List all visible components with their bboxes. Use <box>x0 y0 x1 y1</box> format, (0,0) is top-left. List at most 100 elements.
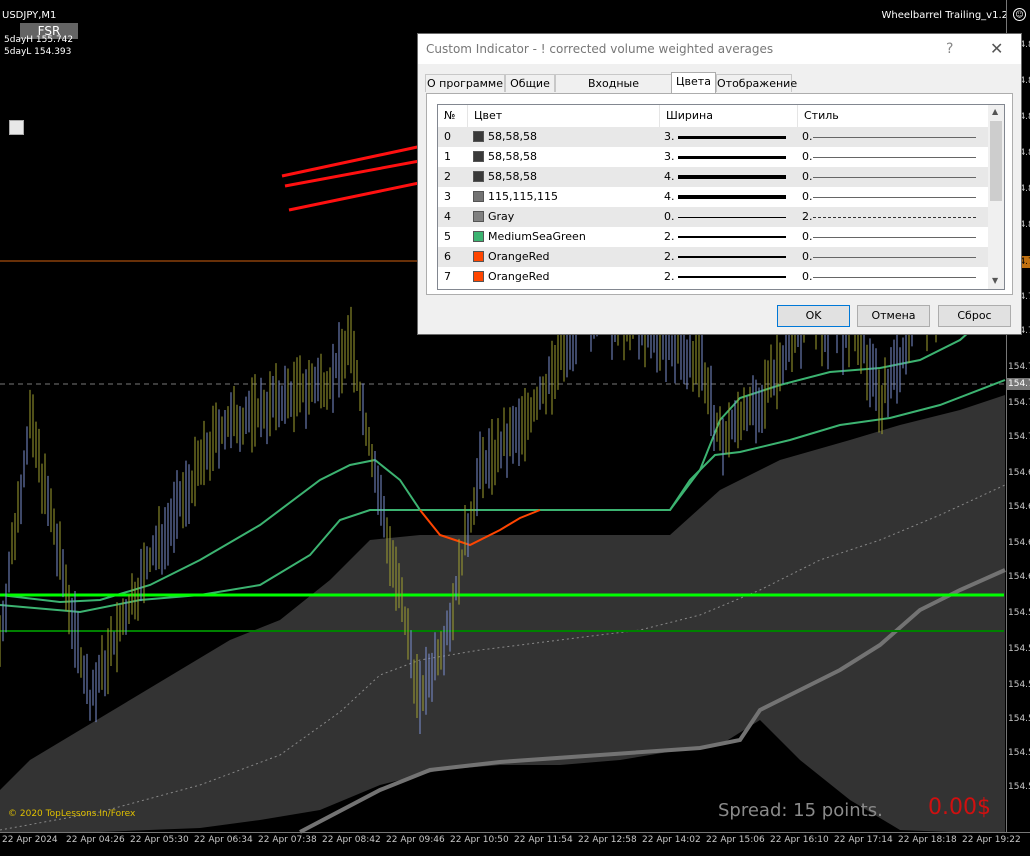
width-preview <box>678 156 786 159</box>
color-name[interactable]: OrangeRed <box>488 267 550 287</box>
width-value[interactable]: 3. <box>664 127 675 147</box>
style-value[interactable]: 0. <box>802 247 813 267</box>
color-row[interactable]: 1 58,58,58 3. 0. <box>438 147 988 167</box>
volume-band-fill <box>0 395 1005 832</box>
style-preview <box>813 197 976 198</box>
grid-scrollbar[interactable]: ▲ ▼ <box>988 105 1004 289</box>
y-axis-label: 154.6 <box>1008 572 1030 582</box>
scroll-thumb[interactable] <box>990 121 1002 201</box>
five-day-low-label: 5dayL 154.393 <box>4 47 72 57</box>
row-number: 2 <box>444 170 451 183</box>
width-value[interactable]: 2. <box>664 267 675 287</box>
tab-visualization[interactable]: Отображение <box>716 74 797 92</box>
x-axis-label: 22 Apr 11:54 <box>514 835 573 845</box>
current-price-tag: 154.7 <box>1007 378 1030 390</box>
style-value[interactable]: 2. <box>802 207 813 227</box>
width-preview <box>678 136 786 139</box>
dialog-title: Custom Indicator - ! corrected volume we… <box>426 42 774 56</box>
style-preview <box>813 237 976 238</box>
col-number[interactable]: № <box>438 105 468 127</box>
y-axis-label: 154.5 <box>1008 608 1030 618</box>
color-swatch[interactable] <box>473 231 484 242</box>
color-name[interactable]: OrangeRed <box>488 247 550 267</box>
x-axis-label: 22 Apr 17:14 <box>834 835 893 845</box>
x-axis-label: 22 Apr 18:18 <box>898 835 957 845</box>
x-axis-label: 22 Apr 09:46 <box>386 835 445 845</box>
style-preview <box>813 177 976 178</box>
width-preview <box>678 175 786 179</box>
color-row[interactable]: 2 58,58,58 4. 0. <box>438 167 988 187</box>
color-swatch[interactable] <box>473 131 484 142</box>
five-day-high-label: 5dayH 155.742 <box>4 35 74 45</box>
y-axis-label: 154.5 <box>1008 680 1030 690</box>
x-axis-label: 22 Apr 12:58 <box>578 835 637 845</box>
color-name[interactable]: Gray <box>488 207 514 227</box>
width-preview <box>678 217 786 218</box>
style-value[interactable]: 0. <box>802 227 813 247</box>
col-style[interactable]: Стиль <box>798 105 988 127</box>
x-axis-label: 22 Apr 07:38 <box>258 835 317 845</box>
tab-colors[interactable]: Цвета <box>671 72 716 93</box>
y-axis-label: 154.7 <box>1008 398 1030 408</box>
help-button[interactable]: ? <box>946 41 953 57</box>
expert-title: Wheelbarrel Trailing_v1.2 <box>881 10 1008 21</box>
style-value[interactable]: 0. <box>802 167 813 187</box>
color-swatch[interactable] <box>473 251 484 262</box>
style-value[interactable]: 0. <box>802 187 813 207</box>
color-swatch[interactable] <box>473 171 484 182</box>
chart-checkbox[interactable] <box>9 120 24 135</box>
color-row[interactable]: 7 OrangeRed 2. 0. <box>438 267 988 287</box>
style-value[interactable]: 0. <box>802 147 813 167</box>
row-number: 4 <box>444 210 451 223</box>
color-row[interactable]: 5 MediumSeaGreen 2. 0. <box>438 227 988 247</box>
width-value[interactable]: 4. <box>664 187 675 207</box>
close-icon[interactable]: ✕ <box>990 39 1003 58</box>
width-value[interactable]: 2. <box>664 247 675 267</box>
row-number: 5 <box>444 230 451 243</box>
tab-inputs[interactable]: Входные параметры <box>555 74 672 107</box>
color-name[interactable]: 58,58,58 <box>488 127 537 147</box>
tab-common[interactable]: Общие <box>505 74 555 92</box>
x-axis-label: 22 Apr 10:50 <box>450 835 509 845</box>
dialog-title-bar[interactable]: Custom Indicator - ! corrected volume we… <box>418 34 1021 64</box>
scroll-down-icon[interactable]: ▼ <box>992 276 998 285</box>
style-preview <box>813 217 976 218</box>
color-name[interactable]: 115,115,115 <box>488 187 558 207</box>
colors-grid: № Цвет Ширина Стиль 0 58,58,58 3. 0. 1 58,58,… <box>437 104 1005 290</box>
width-value[interactable]: 2. <box>664 227 675 247</box>
row-number: 7 <box>444 270 451 283</box>
copyright-text: © 2020 TopLessons.In/Forex <box>8 809 136 819</box>
scroll-up-icon[interactable]: ▲ <box>992 107 998 116</box>
x-axis-label: 22 Apr 15:06 <box>706 835 765 845</box>
x-axis-label: 22 Apr 06:34 <box>194 835 253 845</box>
width-value[interactable]: 3. <box>664 147 675 167</box>
width-value[interactable]: 0. <box>664 207 675 227</box>
color-row[interactable]: 3 115,115,115 4. 0. <box>438 187 988 207</box>
color-name[interactable]: 58,58,58 <box>488 147 537 167</box>
col-color[interactable]: Цвет <box>468 105 660 127</box>
color-swatch[interactable] <box>473 211 484 222</box>
y-axis-label: 154.7 <box>1008 432 1030 442</box>
color-name[interactable]: 58,58,58 <box>488 167 537 187</box>
style-value[interactable]: 0. <box>802 127 813 147</box>
width-preview <box>678 276 786 278</box>
color-swatch[interactable] <box>473 271 484 282</box>
reset-button[interactable]: Сброс <box>938 305 1011 327</box>
custom-indicator-dialog: Custom Indicator - ! corrected volume we… <box>417 33 1022 335</box>
x-axis-label: 22 Apr 19:22 <box>962 835 1021 845</box>
col-width[interactable]: Ширина <box>660 105 798 127</box>
tab-about[interactable]: О программе <box>425 74 505 92</box>
color-row[interactable]: 4 Gray 0. 2. <box>438 207 988 227</box>
width-preview <box>678 195 786 199</box>
color-row[interactable]: 6 OrangeRed 2. 0. <box>438 247 988 267</box>
style-value[interactable]: 0. <box>802 267 813 287</box>
color-row[interactable]: 0 58,58,58 3. 0. <box>438 127 988 147</box>
ok-button[interactable]: OK <box>777 305 850 327</box>
row-number: 1 <box>444 150 451 163</box>
color-swatch[interactable] <box>473 191 484 202</box>
color-name[interactable]: MediumSeaGreen <box>488 227 586 247</box>
cancel-button[interactable]: Отмена <box>857 305 930 327</box>
width-value[interactable]: 4. <box>664 167 675 187</box>
row-number: 3 <box>444 190 451 203</box>
color-swatch[interactable] <box>473 151 484 162</box>
